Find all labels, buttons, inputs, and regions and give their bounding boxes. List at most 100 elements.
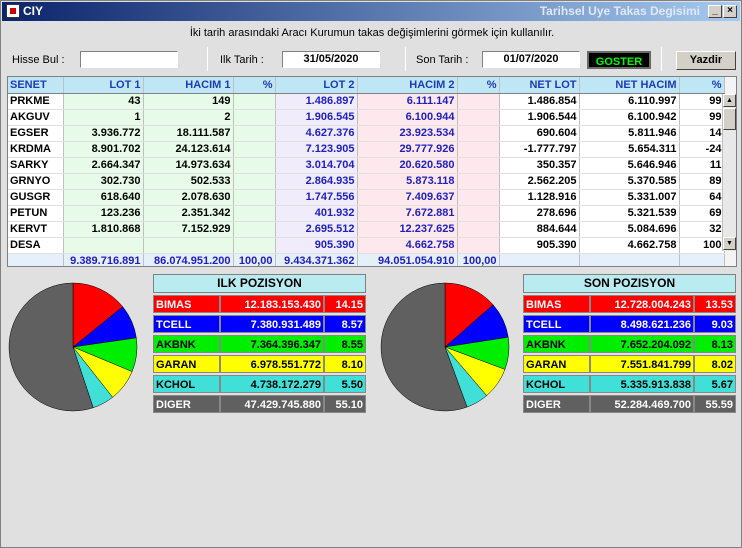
position-pct: 8.55 <box>324 335 366 353</box>
column-header[interactable]: % <box>457 77 500 94</box>
value-cell: 20.620.580 <box>357 157 458 174</box>
vertical-scrollbar[interactable]: ▲ ▼ <box>722 94 736 251</box>
column-header[interactable]: % <box>233 77 276 94</box>
hisse-search-input[interactable] <box>80 51 178 68</box>
position-row[interactable]: GARAN 6.978.551.772 8.10 <box>153 355 366 374</box>
position-value: 47.429.745.880 <box>220 395 324 413</box>
position-pct: 55.59 <box>694 395 736 413</box>
value-cell: 884.644 <box>499 221 580 238</box>
senet-cell: SARKY <box>8 157 64 174</box>
value-cell: 6.110.997 <box>579 93 680 110</box>
column-header[interactable]: HACIM 2 <box>357 77 458 94</box>
table-row[interactable]: AKGUV 1 2 1.906.545 6.100.944 1.906.544 6.100.… <box>8 109 725 126</box>
value-cell <box>63 237 144 254</box>
value-cell: 89 <box>679 173 725 190</box>
value-cell: 1.486.897 <box>275 93 358 110</box>
table-row[interactable]: PRKME 43 149 1.486.897 6.111.147 1.486.854 6.1… <box>8 93 725 110</box>
ilk-tarih-input[interactable]: 31/05/2020 <box>282 51 380 68</box>
value-cell <box>233 173 276 190</box>
value-cell: -1.777.797 <box>499 141 580 158</box>
position-value: 7.380.931.489 <box>220 315 324 333</box>
value-cell: 32 <box>679 221 725 238</box>
table-row[interactable]: EGSER 3.936.772 18.111.587 4.627.376 23.923.… <box>8 125 725 142</box>
value-cell: 502.533 <box>143 173 234 190</box>
title-bar[interactable]: CIY Tarihsel Uye Takas Degisimi _ × <box>2 2 740 21</box>
value-cell: 24.123.614 <box>143 141 234 158</box>
position-row[interactable]: AKBNK 7.652.204.092 8.13 <box>523 335 736 354</box>
goster-button[interactable]: GOSTER <box>587 51 651 69</box>
scroll-down-icon[interactable]: ▼ <box>723 237 736 250</box>
column-header[interactable]: LOT 1 <box>63 77 144 94</box>
ilk-pozisyon-title: ILK POZISYON <box>153 274 366 293</box>
column-header[interactable]: SENET <box>8 77 64 94</box>
yazdir-button[interactable]: Yazdir <box>676 51 736 70</box>
value-cell <box>233 189 276 206</box>
position-pct: 8.10 <box>324 355 366 373</box>
value-cell: 2.078.630 <box>143 189 234 206</box>
main-window: CIY Tarihsel Uye Takas Degisimi _ × İki … <box>0 0 742 548</box>
value-cell <box>457 109 500 126</box>
value-cell: 5.646.946 <box>579 157 680 174</box>
value-cell: 618.640 <box>63 189 144 206</box>
table-row[interactable]: DESA 905.390 4.662.758 905.390 4.662.758 100 <box>8 237 725 254</box>
value-cell: 2.351.342 <box>143 205 234 222</box>
value-cell: 1.906.545 <box>275 109 358 126</box>
separator <box>405 47 406 71</box>
table-row[interactable]: KERVT 1.810.868 7.152.929 2.695.512 12.237.6… <box>8 221 725 238</box>
value-cell <box>233 237 276 254</box>
value-cell: 5.811.946 <box>579 125 680 142</box>
position-row[interactable]: AKBNK 7.364.396.347 8.55 <box>153 335 366 354</box>
position-pct: 9.03 <box>694 315 736 333</box>
column-header[interactable]: % <box>679 77 725 94</box>
position-row[interactable]: BIMAS 12.183.153.430 14.15 <box>153 295 366 314</box>
close-icon[interactable]: × <box>723 5 737 18</box>
table-row[interactable]: KRDMA 8.901.702 24.123.614 7.123.905 29.777.… <box>8 141 725 158</box>
position-row[interactable]: KCHOL 5.335.913.838 5.67 <box>523 375 736 394</box>
column-header[interactable]: HACIM 1 <box>143 77 234 94</box>
column-header[interactable]: NET HACIM <box>579 77 680 94</box>
value-cell: 350.357 <box>499 157 580 174</box>
takas-grid[interactable]: SENET LOT 1 HACIM 1% LOT 2 HACIM 2% NET LOT NE… <box>7 76 737 267</box>
scroll-up-icon[interactable]: ▲ <box>723 94 736 107</box>
position-pct: 8.57 <box>324 315 366 333</box>
value-cell: 7.409.637 <box>357 189 458 206</box>
position-row[interactable]: DIGER 52.284.469.700 55.59 <box>523 395 736 414</box>
position-row[interactable]: DIGER 47.429.745.880 55.10 <box>153 395 366 414</box>
position-pct: 5.50 <box>324 375 366 393</box>
table-row[interactable]: GUSGR 618.640 2.078.630 1.747.556 7.409.637 1… <box>8 189 725 206</box>
son-tarih-input[interactable]: 01/07/2020 <box>482 51 580 68</box>
value-cell: 29.777.926 <box>357 141 458 158</box>
column-header[interactable]: LOT 2 <box>275 77 358 94</box>
position-value: 52.284.469.700 <box>590 395 694 413</box>
table-row[interactable]: GRNYO 302.730 502.533 2.864.935 5.873.118 2.5… <box>8 173 725 190</box>
senet-cell: GUSGR <box>8 189 64 206</box>
value-cell: 6.111.147 <box>357 93 458 110</box>
position-row[interactable]: GARAN 7.551.841.799 8.02 <box>523 355 736 374</box>
scroll-thumb[interactable] <box>723 108 736 130</box>
position-row[interactable]: KCHOL 4.738.172.279 5.50 <box>153 375 366 394</box>
value-cell <box>457 125 500 142</box>
minimize-icon[interactable]: _ <box>708 5 722 18</box>
ilk-pozisyon-pie <box>8 282 138 412</box>
value-cell: 5.873.118 <box>357 173 458 190</box>
position-row[interactable]: TCELL 8.498.621.236 9.03 <box>523 315 736 334</box>
value-cell: 99 <box>679 109 725 126</box>
column-header[interactable]: NET LOT <box>499 77 580 94</box>
value-cell: 149 <box>143 93 234 110</box>
total-cell: 100,00 <box>457 253 500 266</box>
position-row[interactable]: TCELL 7.380.931.489 8.57 <box>153 315 366 334</box>
value-cell <box>457 205 500 222</box>
value-cell: 5.084.696 <box>579 221 680 238</box>
position-row[interactable]: BIMAS 12.728.004.243 13.53 <box>523 295 736 314</box>
value-cell: 43 <box>63 93 144 110</box>
separator <box>207 47 208 71</box>
table-row[interactable]: PETUN 123.236 2.351.342 401.932 7.672.881 278… <box>8 205 725 222</box>
table-header: SENET LOT 1 HACIM 1% LOT 2 HACIM 2% NET LOT NE… <box>8 77 725 94</box>
table-row[interactable]: SARKY 2.664.347 14.973.634 3.014.704 20.620.… <box>8 157 725 174</box>
total-cell: 86.074.951.200 <box>143 253 234 266</box>
value-cell: 2 <box>143 109 234 126</box>
value-cell: 278.696 <box>499 205 580 222</box>
total-cell: 94.051.054.910 <box>357 253 458 266</box>
value-cell: 23.923.534 <box>357 125 458 142</box>
value-cell <box>457 141 500 158</box>
